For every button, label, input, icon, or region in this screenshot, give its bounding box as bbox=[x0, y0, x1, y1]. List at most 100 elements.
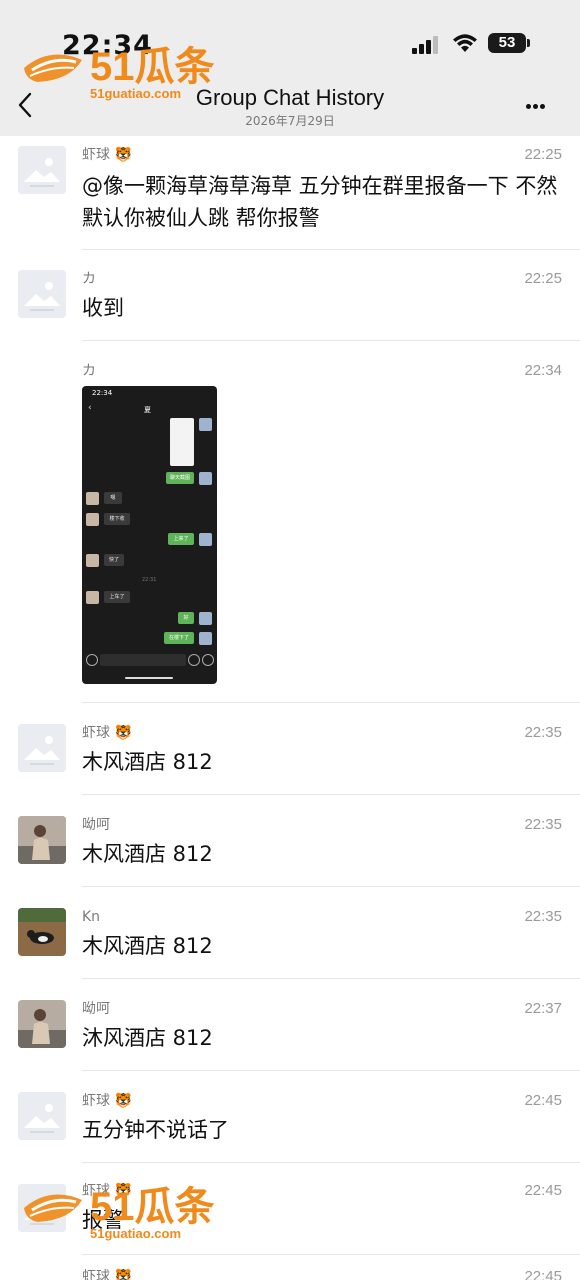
message-item[interactable]: 虾球 🐯 22:45 五分钟不说话了 bbox=[0, 1082, 580, 1164]
screenshot-avatar bbox=[199, 472, 212, 485]
sender-name: 虾球 🐯 bbox=[82, 725, 132, 741]
avatar[interactable] bbox=[18, 1000, 66, 1048]
svg-text:51guatiao.com: 51guatiao.com bbox=[90, 1226, 181, 1241]
svg-text:51瓜条: 51瓜条 bbox=[90, 45, 215, 89]
message-text: 木风酒店 812 bbox=[82, 934, 213, 958]
avatar[interactable] bbox=[18, 908, 66, 956]
message-time: 22:35 bbox=[524, 908, 562, 925]
message-item[interactable]: 呦呵 22:37 沐风酒店 812 bbox=[0, 990, 580, 1072]
svg-text:51guatiao.com: 51guatiao.com bbox=[90, 86, 181, 101]
battery-icon: 53 bbox=[488, 33, 526, 53]
screenshot-avatar bbox=[199, 612, 212, 625]
message-time: 22:45 bbox=[524, 1092, 562, 1109]
divider bbox=[82, 249, 580, 250]
message-item[interactable]: 虾球 🐯 22:45 bbox=[0, 1262, 580, 1280]
screenshot-status-time: 22:34 bbox=[92, 389, 113, 397]
message-item[interactable]: Kn 22:35 木风酒店 812 bbox=[0, 898, 580, 980]
avatar[interactable] bbox=[18, 1092, 66, 1140]
signal-icon bbox=[412, 36, 438, 54]
screenshot-image[interactable]: 22:34 夏 ‹ 聊天截图 嗯 楼下收 上来了 快了 22:31 上车了 好 … bbox=[82, 386, 217, 684]
page-subtitle-date: 2026年7月29日 bbox=[245, 114, 335, 128]
screenshot-avatar bbox=[86, 513, 99, 526]
sender-name: カ bbox=[82, 363, 96, 379]
message-text: 木风酒店 812 bbox=[82, 750, 213, 774]
divider bbox=[82, 1162, 580, 1163]
screenshot-bubble: 上车了 bbox=[104, 591, 130, 603]
divider bbox=[82, 340, 580, 341]
watermark-logo: 51瓜条 51guatiao.com bbox=[24, 45, 215, 101]
screenshot-bubble: 聊天截图 bbox=[166, 472, 194, 484]
message-text: @像一颗海草海草海草 五分钟在群里报备一下 不然默认你被仙人跳 帮你报警 bbox=[82, 174, 558, 230]
message-time: 22:37 bbox=[524, 1000, 562, 1017]
more-dots-icon bbox=[526, 104, 531, 109]
screenshot-bubble: 上来了 bbox=[168, 533, 194, 545]
watermark-logo: 51瓜条 51guatiao.com bbox=[24, 1185, 215, 1241]
sender-name: 虾球 🐯 bbox=[82, 1093, 132, 1109]
message-item[interactable]: 呦呵 22:35 木风酒店 812 bbox=[0, 806, 580, 888]
screenshot-plus-icon bbox=[86, 654, 98, 666]
image-placeholder-icon bbox=[18, 724, 66, 772]
message-text: 沐风酒店 812 bbox=[82, 1026, 213, 1050]
divider bbox=[82, 794, 580, 795]
screenshot-bubble: 楼下收 bbox=[104, 513, 130, 525]
battery-tip bbox=[527, 39, 530, 47]
screenshot-title: 夏 bbox=[144, 406, 151, 414]
screenshot-divider-time: 22:31 bbox=[142, 577, 157, 583]
screenshot-avatar bbox=[199, 418, 212, 431]
screenshot-image-card bbox=[170, 418, 194, 466]
screenshot-bubble: 嗯 bbox=[104, 492, 122, 504]
screenshot-bubble: 好 bbox=[178, 612, 194, 624]
message-time: 22:45 bbox=[524, 1268, 562, 1280]
more-options-button[interactable] bbox=[526, 92, 566, 122]
sender-name: 呦呵 bbox=[82, 817, 110, 833]
more-dots-icon bbox=[533, 104, 538, 109]
sender-name: カ bbox=[82, 271, 96, 287]
image-placeholder-icon bbox=[18, 146, 66, 194]
message-time: 22:34 bbox=[524, 362, 562, 379]
screenshot-avatar bbox=[86, 591, 99, 604]
screenshot-avatar bbox=[199, 533, 212, 546]
image-placeholder-icon bbox=[18, 270, 66, 318]
screenshot-avatar bbox=[86, 554, 99, 567]
sender-name: 呦呵 bbox=[82, 1001, 110, 1017]
wifi-icon bbox=[453, 34, 477, 52]
sender-name: 虾球 🐯 bbox=[82, 147, 132, 163]
message-time: 22:25 bbox=[524, 146, 562, 163]
message-text: 木风酒店 812 bbox=[82, 842, 213, 866]
message-time: 22:45 bbox=[524, 1182, 562, 1199]
message-text: 五分钟不说话了 bbox=[82, 1118, 229, 1142]
person-photo-icon bbox=[18, 816, 66, 864]
message-item[interactable]: 虾球 🐯 22:35 木风酒店 812 bbox=[0, 714, 580, 796]
screenshot-avatar bbox=[199, 632, 212, 645]
message-item[interactable]: 虾球 🐯 22:25 @像一颗海草海草海草 五分钟在群里报备一下 不然默认你被仙… bbox=[0, 136, 580, 250]
sender-name: 虾球 🐯 bbox=[82, 1269, 132, 1280]
avatar[interactable] bbox=[18, 816, 66, 864]
more-dots-icon bbox=[540, 104, 545, 109]
sender-name: Kn bbox=[82, 909, 101, 925]
divider bbox=[82, 1254, 580, 1255]
avatar[interactable] bbox=[18, 270, 66, 318]
divider bbox=[82, 702, 580, 703]
message-text: 收到 bbox=[82, 296, 124, 320]
screenshot-bubble: 在楼下了 bbox=[164, 632, 194, 644]
divider bbox=[82, 886, 580, 887]
screenshot-back-icon: ‹ bbox=[88, 403, 92, 413]
screenshot-home-indicator bbox=[125, 677, 173, 679]
screenshot-plus-icon bbox=[202, 654, 214, 666]
avatar[interactable] bbox=[18, 724, 66, 772]
divider bbox=[82, 978, 580, 979]
avatar[interactable] bbox=[18, 146, 66, 194]
message-item[interactable]: カ 22:25 收到 bbox=[0, 260, 580, 342]
person-photo-icon bbox=[18, 1000, 66, 1048]
screenshot-avatar bbox=[86, 492, 99, 505]
screenshot-input-bar bbox=[100, 654, 186, 666]
message-time: 22:35 bbox=[524, 724, 562, 741]
screenshot-bubble: 快了 bbox=[104, 554, 124, 566]
cat-photo-icon bbox=[18, 908, 66, 956]
divider bbox=[82, 1070, 580, 1071]
screenshot-emoji-icon bbox=[188, 654, 200, 666]
svg-text:51瓜条: 51瓜条 bbox=[90, 1185, 215, 1229]
message-time: 22:25 bbox=[524, 270, 562, 287]
image-placeholder-icon bbox=[18, 1092, 66, 1140]
message-time: 22:35 bbox=[524, 816, 562, 833]
